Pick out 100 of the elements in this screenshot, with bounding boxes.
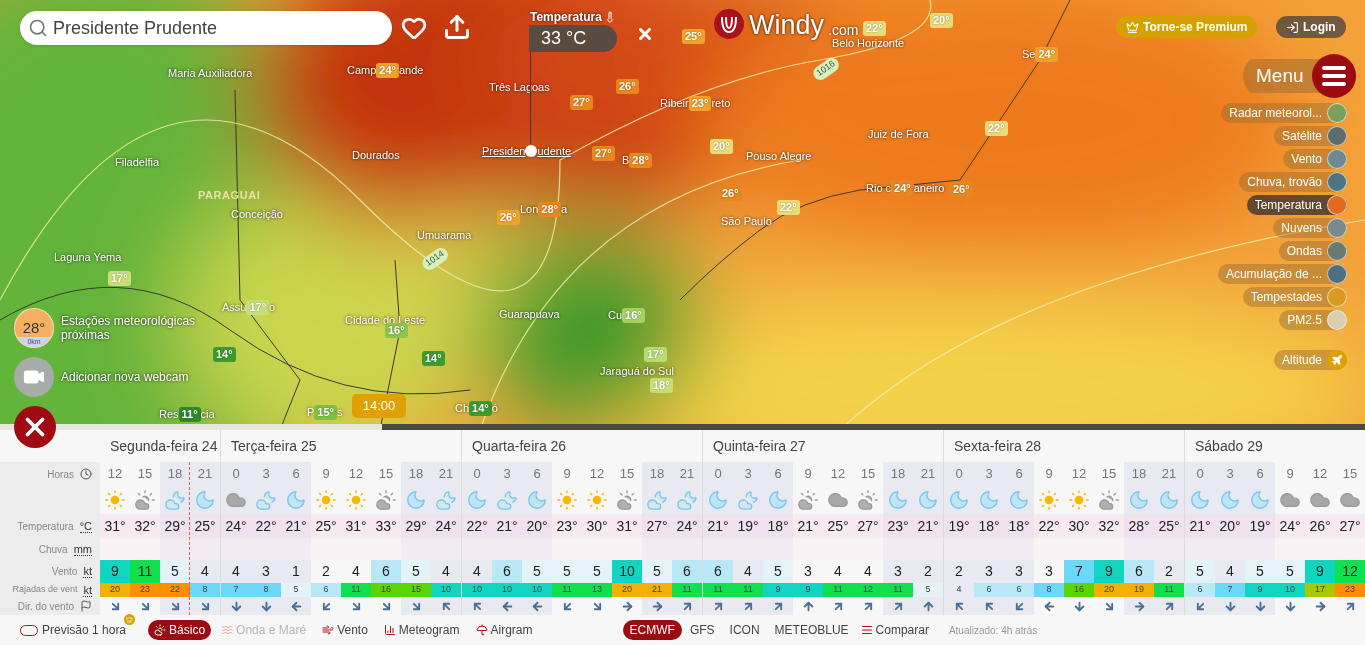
temperature-pin[interactable]: 26°: [497, 210, 520, 225]
temperature-pin[interactable]: 22°: [777, 200, 800, 215]
temperature-pin[interactable]: 17°: [644, 347, 667, 362]
layer-item[interactable]: Chuva, trovão: [1239, 172, 1347, 192]
temperature-value: 33°: [371, 514, 401, 538]
wind-speed-cell: 5: [1185, 560, 1215, 583]
city-label: Rio c: [866, 181, 892, 196]
temperature-pin[interactable]: 16°: [385, 323, 408, 338]
layer-item[interactable]: PM2.5: [1279, 310, 1347, 330]
temperature-pin[interactable]: 20°: [710, 139, 733, 154]
temperature-pin[interactable]: 27°: [570, 95, 593, 110]
unit-label[interactable]: kt: [83, 583, 92, 597]
temperature-pin[interactable]: 26°: [616, 79, 639, 94]
temperature-pin[interactable]: 22°: [985, 121, 1008, 136]
temperature-pin[interactable]: 25°: [682, 29, 705, 44]
temperature-value: 27°: [853, 514, 883, 538]
logo-suffix: .com: [828, 21, 859, 39]
layer-item[interactable]: Satélite: [1273, 126, 1347, 146]
layer-item[interactable]: Acumulação de ...: [1217, 264, 1347, 284]
wind-gust-cell: 23: [1335, 583, 1365, 597]
wind-gust-cell: 6: [1004, 583, 1034, 597]
temperature-pin[interactable]: 20°: [930, 13, 953, 28]
hour-label: 21: [197, 465, 213, 484]
temperature-pin[interactable]: 22°: [863, 21, 886, 36]
temperature-pin[interactable]: 14°: [213, 347, 236, 362]
view-tab[interactable]: Meteogram: [377, 620, 466, 640]
hourly-forecast-label[interactable]: Previsão 1 hora: [42, 621, 127, 639]
hour-label: 3: [262, 465, 270, 484]
webcam-link[interactable]: Adicionar nova webcam: [61, 368, 189, 386]
favorite-button[interactable]: [401, 15, 427, 41]
hour-label: 15: [1342, 465, 1358, 484]
view-tab[interactable]: Vento: [316, 620, 374, 640]
city-label: Cu: [608, 308, 623, 323]
temperature-pin[interactable]: 26°: [950, 182, 973, 197]
temperature-value: 26°: [1305, 514, 1335, 538]
city-label: ande: [399, 63, 424, 78]
wind-gust-cell: 23: [130, 583, 160, 597]
hour-label: 6: [1015, 465, 1023, 484]
temperature-pin[interactable]: 18°: [650, 378, 673, 393]
unit-label[interactable]: °C: [79, 519, 92, 533]
timeline-track[interactable]: [0, 424, 1365, 430]
menu-button[interactable]: Menu: [1243, 54, 1356, 98]
premium-button[interactable]: Torne-se Premium: [1116, 16, 1258, 38]
wind-speed-cell-text: 3: [1044, 562, 1054, 581]
layer-item[interactable]: Altitude: [1273, 350, 1347, 370]
view-tab[interactable]: Básico: [148, 620, 212, 640]
temperature-pin[interactable]: 26°: [719, 186, 742, 201]
wind-gust-cell: 10: [1275, 583, 1305, 597]
unit-label[interactable]: kt: [83, 565, 92, 578]
wind-speed-cell: 6: [1124, 560, 1154, 583]
close-button[interactable]: [14, 406, 56, 448]
city-label: Lon: [520, 202, 539, 217]
login-button[interactable]: Login: [1276, 16, 1346, 38]
hour-label: 6: [1256, 465, 1264, 484]
close-button[interactable]: [636, 25, 654, 43]
layer-item[interactable]: Tempestades: [1242, 287, 1347, 307]
city-label: Ribeir: [660, 96, 689, 111]
logo-icon: [713, 8, 745, 40]
layer-item[interactable]: Temperatura: [1246, 195, 1347, 215]
layer-item[interactable]: Ondas: [1278, 241, 1347, 261]
model-tab[interactable]: METEOBLUE: [767, 620, 856, 640]
wind-speed-cell-text: 4: [833, 562, 843, 581]
hour-label: 12: [107, 465, 123, 484]
temperature-pin[interactable]: 27°: [592, 146, 615, 161]
rain-cell: [612, 538, 642, 560]
city-label: Cidade do Leste: [345, 313, 426, 326]
row-label: Dir. do vento: [17, 599, 74, 614]
wind-speed-cell-text: 4: [441, 562, 451, 581]
layer-item[interactable]: Radar meteorol...: [1221, 103, 1347, 123]
day-header: Quinta-feira 27: [713, 436, 806, 456]
share-button[interactable]: [443, 13, 471, 41]
temperature-value: 21°: [913, 514, 943, 538]
layer-item[interactable]: Vento: [1283, 149, 1347, 169]
model-tab[interactable]: ICON: [722, 620, 767, 640]
layer-item[interactable]: Nuvens: [1273, 218, 1347, 238]
compare-button[interactable]: Comparar: [860, 621, 929, 639]
wind-gust-cell: 20: [100, 583, 130, 597]
row-label: Vento: [51, 565, 78, 579]
wind-gust-cell: 6: [1185, 583, 1215, 597]
stations-link[interactable]: Estações meteorológicas próximas: [61, 314, 201, 342]
model-tab[interactable]: GFS: [682, 620, 722, 640]
rain-cell: [190, 538, 220, 560]
wind-speed-cell: 10: [612, 560, 642, 583]
wind-gust-cell: 22: [160, 583, 190, 597]
city-label: Belo Horizonte: [832, 36, 905, 51]
model-tab[interactable]: ECMWF: [622, 620, 682, 640]
rain-cell: [130, 538, 160, 560]
wind-speed-cell-text: 3: [803, 562, 813, 581]
unit-label[interactable]: mm: [73, 542, 92, 556]
wind-gust-cell: 20: [1094, 583, 1124, 597]
temperature-value: 20°: [522, 514, 552, 538]
temperature-pin[interactable]: 17°: [108, 271, 131, 286]
view-tab[interactable]: Airgram: [469, 620, 539, 640]
city-label: udente: [537, 144, 572, 159]
city-label: s: [337, 405, 343, 420]
rain-cell: [1094, 538, 1124, 560]
temperature-pin[interactable]: 14°: [422, 351, 445, 366]
time-bubble[interactable]: 14:00: [352, 394, 406, 418]
rain-cell: [401, 538, 431, 560]
search-field[interactable]: Presidente Prudente: [20, 11, 392, 45]
